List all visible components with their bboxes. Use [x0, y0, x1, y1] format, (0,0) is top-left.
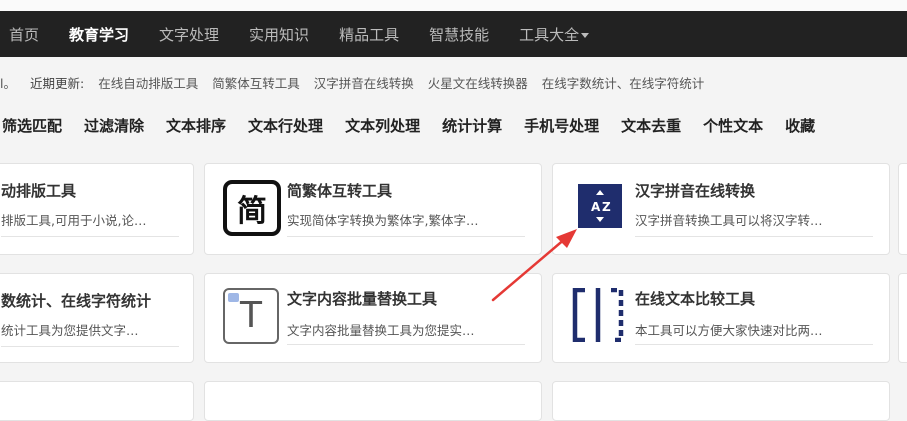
- card-desc: 排版工具,可用于小说,论…: [1, 213, 147, 228]
- top-strip: [0, 0, 907, 11]
- card-desc: 统计工具为您提供文字…: [1, 323, 139, 338]
- tool-card-partial[interactable]: [204, 381, 542, 421]
- jian-char-icon: 简: [223, 180, 281, 236]
- card-desc: 汉字拼音转换工具可以将汉字转…: [635, 213, 823, 228]
- nav-premium-tools[interactable]: 精品工具: [339, 24, 399, 45]
- recent-updates-bar: l。 近期更新: 在线自动排版工具 简繁体互转工具 汉字拼音在线转换 火星文在线…: [0, 71, 907, 93]
- category-line-processing[interactable]: 文本行处理: [248, 115, 323, 136]
- category-dedupe[interactable]: 文本去重: [621, 115, 681, 136]
- update-link[interactable]: 简繁体互转工具: [212, 73, 300, 92]
- category-text-sort[interactable]: 文本排序: [166, 115, 226, 136]
- tool-card-partial[interactable]: [0, 381, 194, 421]
- updates-lead: l。: [0, 75, 16, 91]
- card-divider: [1, 236, 179, 237]
- tool-card-partial[interactable]: [552, 381, 890, 421]
- card-desc: 实现简体字转换为繁体字,繁体字…: [287, 213, 479, 228]
- card-desc: 本工具可以方便大家快速对比两…: [635, 323, 823, 338]
- nav-all-tools-label: 工具大全: [519, 25, 580, 44]
- card-title: 动排版工具: [1, 182, 77, 200]
- nav-education[interactable]: 教育学习: [69, 24, 129, 45]
- card-title: 数统计、在线字符统计: [1, 292, 152, 310]
- nav-smart-skills[interactable]: 智慧技能: [429, 24, 489, 45]
- category-tabs: 筛选匹配 过滤清除 文本排序 文本行处理 文本列处理 统计计算 手机号处理 文本…: [0, 111, 907, 139]
- card-divider: [635, 344, 873, 345]
- az-sort-icon: A Z: [578, 184, 622, 228]
- update-link[interactable]: 火星文在线转换器: [428, 73, 528, 92]
- tool-card-text-compare[interactable]: 在线文本比较工具 本工具可以方便大家快速对比两…: [552, 273, 890, 363]
- category-statistics[interactable]: 统计计算: [442, 115, 502, 136]
- tool-card-partial-right[interactable]: [898, 163, 907, 255]
- text-t-icon: T: [223, 288, 279, 344]
- nav-home[interactable]: 首页: [9, 24, 39, 45]
- update-link[interactable]: 在线字数统计、在线字符统计: [542, 73, 705, 92]
- compare-icon: [572, 288, 624, 342]
- top-navbar: 首页 教育学习 文字处理 实用知识 精品工具 智慧技能 工具大全: [0, 11, 907, 57]
- category-filter-match[interactable]: 筛选匹配: [2, 115, 62, 136]
- nav-practical-knowledge[interactable]: 实用知识: [249, 24, 309, 45]
- tool-card-simp-trad[interactable]: 简 简繁体互转工具 实现简体字转换为繁体字,繁体字…: [204, 163, 542, 255]
- card-divider: [287, 236, 525, 237]
- card-desc: 文字内容批量替换工具为您提实…: [287, 323, 475, 338]
- category-phone-processing[interactable]: 手机号处理: [524, 115, 599, 136]
- az-icon-letter-a: A: [591, 200, 601, 214]
- updates-label: 近期更新:: [29, 75, 85, 91]
- card-title: 在线文本比较工具: [635, 290, 756, 308]
- az-icon-letter-z: Z: [602, 200, 611, 214]
- category-favorites[interactable]: 收藏: [785, 115, 815, 136]
- category-filter-clear[interactable]: 过滤清除: [84, 115, 144, 136]
- tool-card-batch-replace[interactable]: T 文字内容批量替换工具 文字内容批量替换工具为您提实…: [204, 273, 542, 363]
- category-custom-text[interactable]: 个性文本: [703, 115, 763, 136]
- tool-card-auto-layout[interactable]: 动排版工具 排版工具,可用于小说,论…: [0, 163, 194, 255]
- card-divider: [635, 236, 873, 237]
- nav-all-tools[interactable]: 工具大全: [519, 24, 590, 45]
- card-divider: [287, 344, 525, 345]
- card-title: 简繁体互转工具: [287, 182, 393, 200]
- tool-card-partial-right[interactable]: [898, 273, 907, 363]
- card-title: 文字内容批量替换工具: [287, 290, 438, 308]
- card-title: 汉字拼音在线转换: [635, 182, 756, 200]
- tool-card-word-count[interactable]: 数统计、在线字符统计 统计工具为您提供文字…: [0, 273, 194, 363]
- caret-down-icon: [581, 32, 590, 38]
- update-link[interactable]: 汉字拼音在线转换: [314, 73, 414, 92]
- category-column-processing[interactable]: 文本列处理: [345, 115, 420, 136]
- update-link[interactable]: 在线自动排版工具: [98, 73, 198, 92]
- card-divider: [1, 346, 179, 347]
- tool-card-pinyin[interactable]: A Z 汉字拼音在线转换 汉字拼音转换工具可以将汉字转…: [552, 163, 890, 255]
- nav-text-processing[interactable]: 文字处理: [159, 24, 219, 45]
- t-glyph: T: [240, 295, 262, 336]
